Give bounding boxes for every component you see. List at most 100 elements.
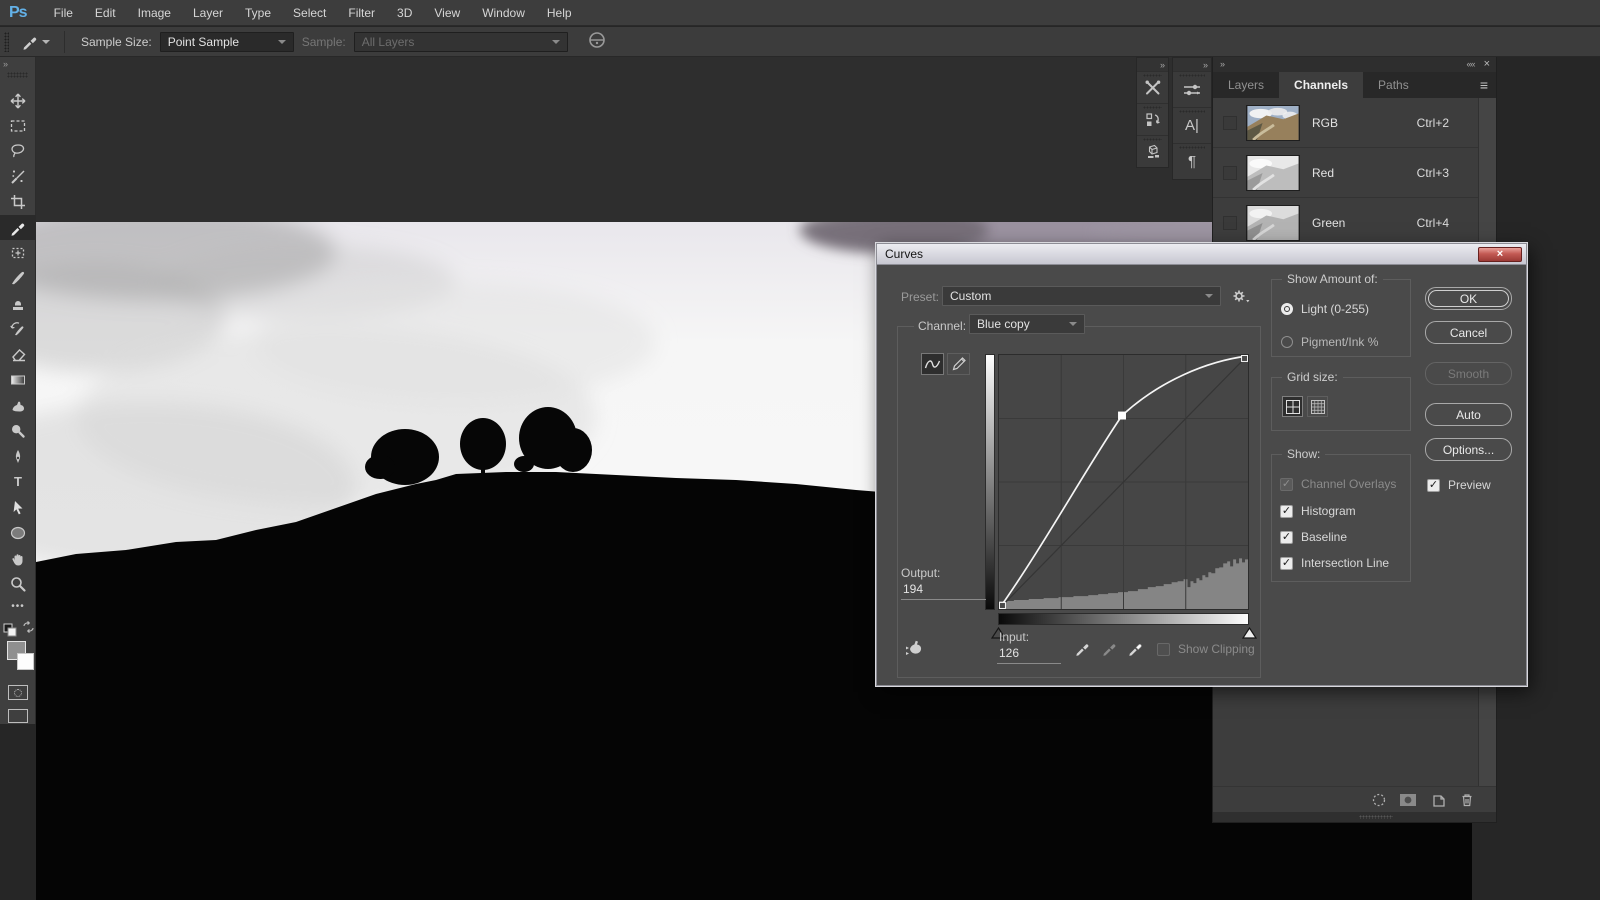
swap-colors-icon[interactable] — [22, 621, 35, 634]
load-selection-icon[interactable] — [1371, 792, 1387, 808]
rectangular-marquee-tool[interactable] — [0, 113, 36, 138]
preset-label: Preset: — [901, 290, 939, 304]
options-grip[interactable] — [4, 32, 9, 52]
background-color-swatch[interactable] — [17, 653, 34, 670]
dock-tools-panel[interactable] — [1137, 71, 1168, 103]
sample-size-dropdown[interactable]: Point Sample — [160, 32, 294, 52]
channel-dropdown[interactable]: Blue copy — [969, 314, 1085, 334]
panel-expand-icon[interactable]: » — [1213, 59, 1224, 69]
menu-edit[interactable]: Edit — [84, 6, 127, 20]
panel-menu-icon[interactable]: ≡ — [1480, 72, 1488, 98]
gradient-tool[interactable] — [0, 367, 36, 392]
dialog-close-button[interactable]: × — [1478, 247, 1522, 262]
quarter-grid-button[interactable] — [1282, 396, 1303, 417]
new-channel-icon[interactable] — [1431, 792, 1447, 808]
dialog-title: Curves — [885, 247, 923, 261]
dock-a-expand[interactable]: » — [1137, 58, 1168, 71]
hand-tool[interactable] — [0, 546, 36, 571]
channel-row-rgb[interactable]: RGB Ctrl+2 — [1213, 98, 1479, 148]
channel-row-red[interactable]: Red Ctrl+3 — [1213, 148, 1479, 198]
menu-type[interactable]: Type — [234, 6, 282, 20]
pen-tool[interactable] — [0, 444, 36, 469]
screen-mode-button[interactable] — [8, 709, 28, 723]
menu-help[interactable]: Help — [536, 6, 583, 20]
tab-layers[interactable]: Layers — [1213, 72, 1279, 98]
zoom-tool[interactable] — [0, 571, 36, 596]
preset-options-gear-icon[interactable] — [1231, 288, 1251, 306]
sampling-ring-toggle[interactable] — [588, 31, 606, 52]
menu-window[interactable]: Window — [471, 6, 536, 20]
menu-view[interactable]: View — [423, 6, 471, 20]
preset-dropdown[interactable]: Custom — [942, 286, 1221, 306]
draw-curve-mode-button[interactable] — [947, 353, 970, 375]
menu-image[interactable]: Image — [127, 6, 182, 20]
gray-point-eyedropper-icon[interactable] — [1101, 640, 1118, 657]
quick-mask-button[interactable] — [8, 685, 28, 700]
clone-stamp-tool[interactable] — [0, 291, 36, 316]
pigment-radio[interactable] — [1281, 336, 1293, 348]
dock-b-expand[interactable]: » — [1173, 58, 1211, 71]
auto-button[interactable]: Auto — [1425, 403, 1512, 426]
menu-select[interactable]: Select — [282, 6, 337, 20]
delete-channel-icon[interactable] — [1459, 792, 1475, 808]
panel-resize-strip[interactable] — [1213, 812, 1496, 822]
crop-tool[interactable] — [0, 189, 36, 214]
dialog-title-bar[interactable]: Curves — [877, 244, 1526, 265]
ellipse-tool[interactable] — [0, 520, 36, 545]
highlight-input-slider[interactable] — [1242, 627, 1257, 639]
menu-layer[interactable]: Layer — [182, 6, 234, 20]
menu-3d[interactable]: 3D — [386, 6, 423, 20]
dock-history-panel[interactable] — [1137, 103, 1168, 135]
preview-checkbox[interactable]: ✓ — [1427, 479, 1440, 492]
baseline-label: Baseline — [1301, 530, 1347, 544]
dock-properties-panel[interactable] — [1173, 71, 1211, 107]
cancel-button[interactable]: Cancel — [1425, 321, 1512, 344]
lasso-tool[interactable] — [0, 138, 36, 163]
eyedropper-tool[interactable] — [0, 215, 36, 240]
type-tool[interactable]: T — [0, 469, 36, 494]
panel-collapse-icon[interactable]: «« — [1467, 59, 1475, 69]
visibility-toggle[interactable] — [1223, 216, 1237, 230]
brush-tool[interactable] — [0, 265, 36, 290]
channel-row-green[interactable]: Green Ctrl+4 — [1213, 198, 1479, 248]
panel-close-icon[interactable]: × — [1484, 58, 1489, 70]
histogram-checkbox[interactable]: ✓ — [1280, 505, 1293, 518]
black-point-eyedropper-icon[interactable] — [1074, 640, 1091, 657]
magic-wand-tool[interactable] — [0, 164, 36, 189]
path-selection-tool[interactable] — [0, 495, 36, 520]
toolbar-collapse[interactable]: » — [0, 57, 35, 71]
menu-file[interactable]: File — [43, 6, 84, 20]
input-value[interactable]: 126 — [999, 646, 1019, 660]
dock-paragraph-panel[interactable]: ¶ — [1173, 143, 1211, 179]
intersection-line-checkbox[interactable]: ✓ — [1280, 557, 1293, 570]
show-clipping-checkbox[interactable] — [1157, 643, 1170, 656]
output-value[interactable]: 194 — [903, 582, 923, 596]
move-tool[interactable] — [0, 88, 36, 113]
eyedropper-tool-preset[interactable] — [15, 33, 56, 51]
baseline-checkbox[interactable]: ✓ — [1280, 531, 1293, 544]
fine-grid-button[interactable] — [1307, 396, 1328, 417]
visibility-toggle[interactable] — [1223, 166, 1237, 180]
default-colors-icon[interactable] — [3, 623, 19, 637]
dodge-tool[interactable] — [0, 418, 36, 443]
targeted-adjustment-icon[interactable] — [903, 640, 925, 660]
visibility-toggle[interactable] — [1223, 116, 1237, 130]
curve-graph[interactable] — [998, 354, 1249, 610]
more-tools[interactable]: ••• — [0, 597, 36, 615]
options-button[interactable]: Options... — [1425, 438, 1512, 461]
toolbar-grip[interactable] — [7, 72, 28, 78]
tab-channels[interactable]: Channels — [1279, 72, 1363, 98]
healing-patch-tool[interactable] — [0, 240, 36, 265]
history-brush-tool[interactable] — [0, 316, 36, 341]
light-radio[interactable] — [1281, 303, 1293, 315]
white-point-eyedropper-icon[interactable] — [1127, 640, 1144, 657]
ok-button[interactable]: OK — [1425, 287, 1512, 310]
dock-character-panel[interactable]: A| — [1173, 107, 1211, 143]
edit-points-mode-button[interactable] — [921, 353, 944, 375]
smudge-tool[interactable] — [0, 393, 36, 418]
eraser-tool[interactable] — [0, 342, 36, 367]
tab-paths[interactable]: Paths — [1363, 72, 1424, 98]
save-selection-as-channel-icon[interactable] — [1399, 792, 1417, 808]
dock-3d-panel[interactable] — [1137, 135, 1168, 167]
menu-filter[interactable]: Filter — [337, 6, 386, 20]
